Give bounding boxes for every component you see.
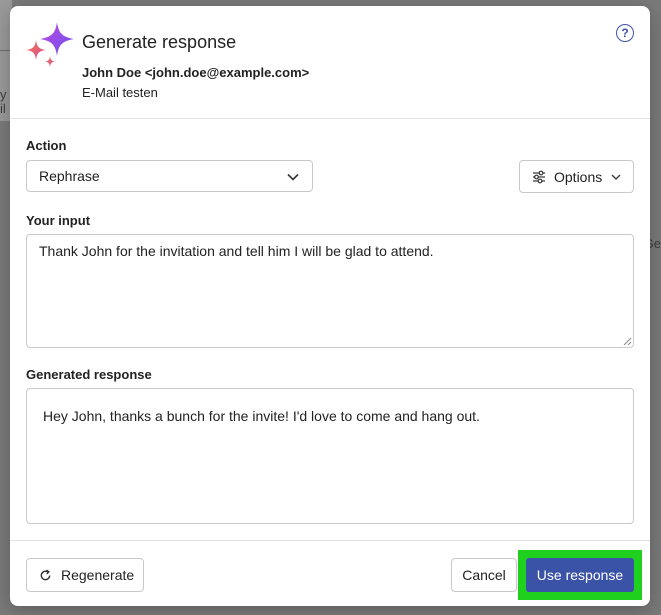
dialog-title: Generate response [82, 32, 237, 52]
sparkle-icon [26, 22, 74, 67]
action-select[interactable]: Rephrase [26, 160, 313, 192]
sliders-icon [533, 170, 545, 183]
help-icon[interactable]: ? [616, 24, 634, 42]
resize-grip-icon[interactable] [623, 337, 632, 346]
cancel-button[interactable]: Cancel [451, 558, 517, 592]
your-input-text: Thank John for the invitation and tell h… [39, 243, 434, 259]
options-label: Options [554, 168, 603, 185]
your-input-label: Your input [26, 213, 91, 228]
refresh-icon [40, 569, 51, 580]
chevron-down-icon [287, 173, 299, 181]
action-selected-value: Rephrase [39, 168, 100, 184]
highlight-box: Use response [518, 550, 642, 600]
regenerate-button[interactable]: Regenerate [26, 558, 144, 592]
dialog-header: Generate response John Doe <john.doe@exa… [10, 6, 650, 119]
action-label: Action [26, 138, 67, 153]
options-button[interactable]: Options [519, 160, 634, 193]
generated-response-text: Hey John, thanks a bunch for the invite!… [43, 408, 480, 424]
your-input-textarea[interactable]: Thank John for the invitation and tell h… [26, 234, 634, 348]
generated-response-box[interactable]: Hey John, thanks a bunch for the invite!… [26, 388, 634, 524]
chevron-down-icon [611, 174, 621, 180]
regenerate-label: Regenerate [61, 567, 135, 583]
use-response-button[interactable]: Use response [526, 558, 634, 592]
subject-line: E-Mail testen [82, 85, 158, 100]
generated-response-label: Generated response [26, 367, 152, 382]
sender-line: John Doe <john.doe@example.com> [82, 65, 310, 80]
dialog-footer: Regenerate Cancel Use response [10, 540, 650, 607]
generate-response-dialog: Generate response John Doe <john.doe@exa… [10, 6, 650, 606]
